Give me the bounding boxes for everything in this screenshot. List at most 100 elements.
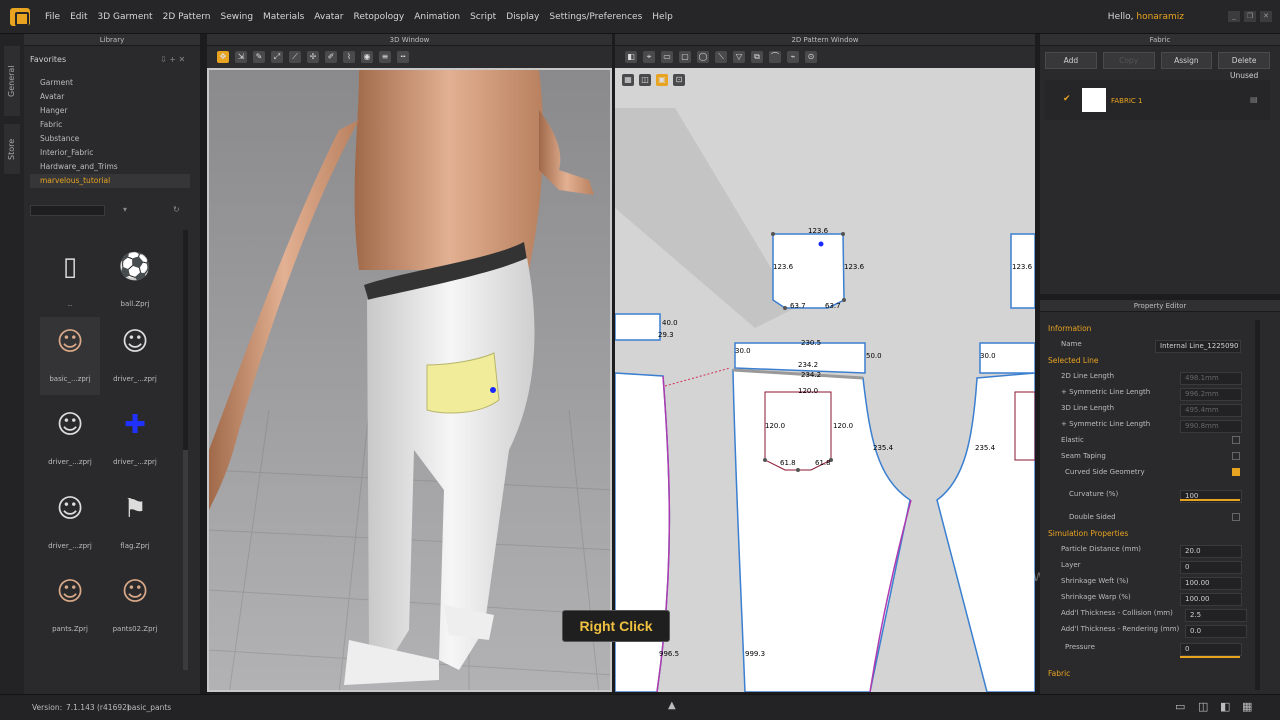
dart-icon[interactable]: ▽	[733, 51, 745, 63]
favorites-actions-icon[interactable]: ⇩ + ✕	[160, 55, 185, 64]
curved-side-checkbox[interactable]	[1232, 468, 1240, 476]
menu-sewing[interactable]: Sewing	[216, 12, 259, 22]
select-tool-icon[interactable]: ✥	[217, 51, 229, 63]
tab-general[interactable]: General	[4, 46, 20, 116]
property-value[interactable]: 0.0	[1185, 625, 1247, 638]
library-thumb[interactable]: ☺ pants02.Zprj	[105, 567, 165, 645]
double-sided-checkbox[interactable]	[1232, 513, 1240, 521]
list-item-selected[interactable]: marvelous_tutorial	[30, 174, 190, 188]
library-thumb[interactable]: ☺ pants.Zprj	[40, 567, 100, 645]
circle-icon[interactable]: ◯	[697, 51, 709, 63]
pocket-pattern-piece[interactable]	[772, 233, 845, 309]
section-selected-line[interactable]: Selected Line	[1048, 356, 1099, 365]
restore-icon[interactable]: ❐	[1244, 11, 1256, 22]
library-thumb[interactable]: ▯..	[40, 242, 100, 320]
pin-tool-icon[interactable]: ✎	[253, 51, 265, 63]
library-thumb[interactable]: ⚽ ball.Zprj	[105, 242, 165, 320]
menu-edit[interactable]: Edit	[65, 12, 92, 22]
close-icon[interactable]: ✕	[1260, 11, 1272, 22]
list-item[interactable]: Substance	[30, 132, 190, 146]
front-leg-piece-right[interactable]	[936, 372, 1035, 692]
menu-script[interactable]: Script	[465, 12, 501, 22]
back-leg-piece[interactable]	[615, 372, 671, 692]
assign-fabric-button[interactable]: Assign	[1160, 52, 1213, 69]
internal-line-icon[interactable]: ⟍	[715, 51, 727, 63]
show-arrangement-icon[interactable]: ◫	[639, 74, 651, 86]
transform-icon[interactable]: ◧	[625, 51, 637, 63]
menu-help[interactable]: Help	[647, 12, 678, 22]
menu-animation[interactable]: Animation	[409, 12, 465, 22]
fabric-menu-icon[interactable]: ▤	[1250, 95, 1258, 104]
zipper-tool-icon[interactable]: ≡	[379, 51, 391, 63]
refresh-icon[interactable]: ↻	[173, 205, 180, 214]
button-tool-icon[interactable]: ◉	[361, 51, 373, 63]
library-thumb[interactable]: ☺ driver_...zprj	[105, 317, 165, 395]
pocket-pattern-piece-right[interactable]	[1010, 233, 1035, 309]
property-value[interactable]: 2.5	[1185, 609, 1247, 622]
topstitch-tool-icon[interactable]: ┅	[397, 51, 409, 63]
section-fabric[interactable]: Fabric	[1048, 669, 1070, 678]
menu-settings[interactable]: Settings/Preferences	[544, 12, 647, 22]
small-pattern-piece[interactable]	[615, 313, 661, 341]
front-leg-piece[interactable]	[732, 369, 911, 692]
library-search-input[interactable]	[30, 205, 105, 216]
list-item[interactable]: Hardware_and_Trims	[30, 160, 190, 174]
property-scrollbar[interactable]	[1255, 320, 1260, 690]
add-fabric-button[interactable]: Add	[1045, 52, 1097, 69]
edit-point-icon[interactable]: ⌖	[643, 51, 655, 63]
selected-point[interactable]	[818, 241, 824, 247]
fold-tool-icon[interactable]: ⤢	[271, 51, 283, 63]
curvature-field[interactable]: 100	[1180, 490, 1242, 503]
library-thumb[interactable]: ☺ driver_...zprj	[40, 484, 100, 562]
move-tool-icon[interactable]: ⇲	[235, 51, 247, 63]
name-field[interactable]: Internal Line_1225090	[1155, 340, 1241, 353]
brush-tool-icon[interactable]: ✐	[325, 51, 337, 63]
rectangle-icon[interactable]: ▢	[679, 51, 691, 63]
library-thumb[interactable]: ☺ basic_...zprj	[40, 317, 100, 395]
2d-viewport[interactable]: 123.6 123.6 123.6 123.6 63.7 63.7 40.0 2…	[615, 68, 1035, 692]
library-thumb[interactable]: ✚ driver_...zprj	[105, 400, 165, 478]
menu-retopology[interactable]: Retopology	[349, 12, 410, 22]
username[interactable]: honaramiz	[1136, 12, 1184, 22]
delete-unused-button[interactable]: Delete Unused	[1218, 52, 1270, 80]
section-information[interactable]: Information	[1048, 324, 1091, 333]
library-scrollbar[interactable]	[183, 230, 188, 670]
sew-tool-icon[interactable]: ⌇	[343, 51, 355, 63]
layout-3-icon[interactable]: ◧	[1220, 700, 1230, 713]
property-value[interactable]: 20.0	[1180, 545, 1242, 558]
tab-store[interactable]: Store	[4, 124, 20, 174]
library-thumb[interactable]: ⚑ flag.Zprj	[105, 484, 165, 562]
list-item[interactable]: Garment	[30, 76, 190, 90]
list-item[interactable]: Fabric	[30, 118, 190, 132]
menu-2d-pattern[interactable]: 2D Pattern	[158, 12, 216, 22]
pressure-slider[interactable]	[1180, 656, 1240, 658]
expand-up-icon[interactable]: ▲	[668, 700, 676, 711]
seam-icon[interactable]: ⧉	[751, 51, 763, 63]
selection-point[interactable]	[490, 387, 496, 393]
layout-2-icon[interactable]: ◫	[1198, 700, 1208, 713]
fold-icon[interactable]: ⌒	[769, 51, 781, 63]
sew-icon[interactable]: ⌁	[787, 51, 799, 63]
scrollbar-thumb[interactable]	[183, 450, 188, 670]
copy-fabric-button[interactable]: Copy	[1102, 52, 1155, 69]
list-item[interactable]: Avatar	[30, 90, 190, 104]
list-item[interactable]: Interior_Fabric	[30, 146, 190, 160]
polygon-icon[interactable]: ▭	[661, 51, 673, 63]
property-value[interactable]: 100.00	[1180, 577, 1242, 590]
elastic-checkbox[interactable]	[1232, 436, 1240, 444]
measure-tool-icon[interactable]: ⟋	[289, 51, 301, 63]
layout-1-icon[interactable]: ▭	[1175, 700, 1185, 713]
menu-3d-garment[interactable]: 3D Garment	[93, 12, 158, 22]
library-thumb[interactable]: ☺ driver_...zprj	[40, 400, 100, 478]
property-value[interactable]: 0	[1180, 561, 1242, 574]
section-simulation[interactable]: Simulation Properties	[1048, 529, 1128, 538]
tack-tool-icon[interactable]: ✢	[307, 51, 319, 63]
menu-file[interactable]: File	[40, 12, 65, 22]
list-item[interactable]: Hanger	[30, 104, 190, 118]
menu-avatar[interactable]: Avatar	[309, 12, 348, 22]
3d-viewport[interactable]	[207, 68, 612, 692]
property-value[interactable]: 0	[1180, 643, 1242, 656]
layout-4-icon[interactable]: ▦	[1242, 700, 1252, 713]
fabric-list-item[interactable]: ✔ FABRIC 1 ▤	[1045, 80, 1270, 120]
property-value[interactable]: 100.00	[1180, 593, 1242, 606]
